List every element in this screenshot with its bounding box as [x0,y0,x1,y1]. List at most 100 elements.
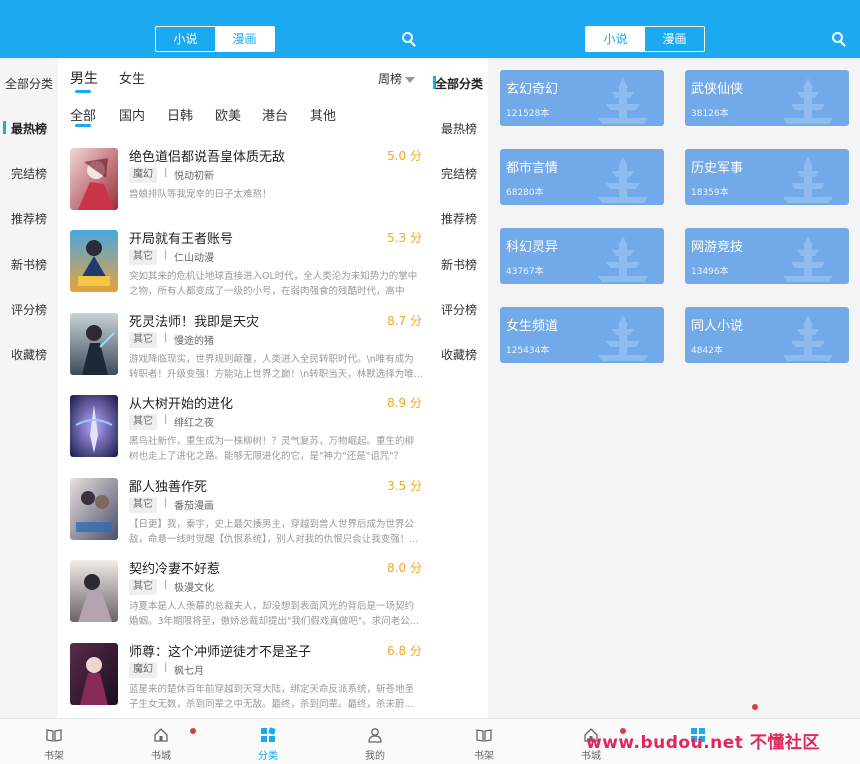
sidebar-item-all[interactable]: 全部分类 [0,75,58,92]
tab-bookshelf[interactable]: 书架 [430,719,538,764]
category-card[interactable]: 玄幻奇幻 121528本 [500,70,664,126]
book-author: 悦动初新 [174,171,214,182]
pagoda-icon [783,236,833,282]
book-author: 枫七月 [174,666,204,677]
notification-dot [752,704,758,710]
sidebar-item-recommend[interactable]: 推荐榜 [430,210,488,227]
category-name: 玄幻奇幻 [506,82,559,97]
category-card[interactable]: 同人小说 4842本 [685,307,849,363]
segment-novel[interactable]: 小说 [156,27,215,51]
novel-category-screen: 小说 漫画 全部分类 最热榜 完结榜 推荐榜 新书榜 评分榜 收藏榜 玄幻奇幻 … [430,0,860,764]
tab-mine[interactable]: 我的 [321,719,429,764]
sidebar-item-hot[interactable]: 最热榜 [0,120,58,137]
region-west[interactable]: 欧美 [215,105,241,124]
sidebar-item-score[interactable]: 评分榜 [0,301,58,318]
search-icon[interactable] [831,31,847,47]
segment-comic[interactable]: 漫画 [645,27,704,51]
category-card[interactable]: 科幻灵异 43767本 [500,228,664,284]
category-name: 武侠仙侠 [691,82,744,97]
book-score: 6.8 分 [387,644,422,658]
category-count: 13496本 [691,267,729,277]
book-item[interactable]: 开局就有王者账号 5.3 分 其它 | 仁山动漫 突如其来的危机让地球直接进入O… [68,228,424,308]
tab-bookshelf[interactable]: 书架 [0,719,108,764]
type-switch: 小说 漫画 [585,26,705,52]
book-score: 8.9 分 [387,396,422,410]
book-cover [70,643,118,705]
book-title: 开局就有王者账号 [129,232,234,247]
book-description: 兽娘排队等我宠幸的日子太难熬！ [129,189,272,200]
sidebar-item-all[interactable]: 全部分类 [430,75,488,92]
category-card[interactable]: 都市言情 68280本 [500,149,664,205]
sidebar-item-score[interactable]: 评分榜 [430,301,488,318]
book-title: 从大树开始的进化 [129,397,234,412]
category-card[interactable]: 网游竞技 13496本 [685,228,849,284]
book-score: 8.7 分 [387,314,422,328]
book-open-icon [46,729,62,742]
book-score: 8.0 分 [387,561,422,575]
tab-category[interactable]: 分类 [214,719,322,764]
book-item[interactable]: 从大树开始的进化 8.9 分 其它 | 绯红之夜 黑鸟社新作，重生成为一株柳树！… [68,393,424,473]
book-item[interactable]: 鄙人独善作死 3.5 分 其它 | 番茄漫画 【日更】我，秦宇，史上最欠揍男主，… [68,476,424,556]
book-genre-tag: 其它 [129,579,157,595]
sidebar-item-new[interactable]: 新书榜 [430,256,488,273]
book-score: 3.5 分 [387,479,422,493]
book-cover [70,560,118,622]
book-genre-tag: 魔幻 [129,662,157,678]
category-card[interactable]: 历史军事 18359本 [685,149,849,205]
top-bar: 小说 漫画 [430,0,860,58]
region-underline [75,124,91,127]
home-icon [154,728,168,742]
sidebar-item-recommend[interactable]: 推荐榜 [0,210,58,227]
rank-sort-dropdown[interactable]: 周榜 [378,70,416,87]
top-bar: 小说 漫画 [0,0,430,58]
grid-icon [261,727,276,742]
book-cover [70,478,118,540]
category-count: 125434本 [506,346,550,356]
watermark: www.budou.net 不懂社区 [586,733,820,753]
sidebar-item-hot[interactable]: 最热榜 [430,120,488,137]
region-hktw[interactable]: 港台 [262,105,288,124]
notification-dot [190,728,196,734]
divider: | [164,579,168,590]
book-cover [70,313,118,375]
category-name: 科幻灵异 [506,240,559,255]
search-icon[interactable] [401,31,417,47]
sidebar-item-new[interactable]: 新书榜 [0,256,58,273]
gender-male[interactable]: 男生 [70,68,98,88]
tab-bookstore[interactable]: 书城 [107,719,215,764]
rank-sort-label: 周榜 [378,72,403,86]
category-count: 18359本 [691,188,729,198]
book-item[interactable]: 师尊：这个冲师逆徒才不是圣子 6.8 分 魔幻 | 枫七月 蓝星来的楚休百年前穿… [68,641,424,721]
book-item[interactable]: 绝色道侣都说吾皇体质无敌 5.0 分 魔幻 | 悦动初新 兽娘排队等我宠幸的日子… [68,146,424,226]
bottom-tab-bar: 书架 书城 分类 我的 [0,718,430,764]
divider: | [164,249,168,260]
region-jpkr[interactable]: 日韩 [167,105,193,124]
divider: | [164,167,168,178]
sidebar-item-finished[interactable]: 完结榜 [0,165,58,182]
book-item[interactable]: 契约冷妻不好惹 8.0 分 其它 | 极漫文化 诗夏本是人人羡慕的总裁夫人，却没… [68,558,424,638]
book-score: 5.0 分 [387,149,422,163]
category-card[interactable]: 武侠仙侠 38126本 [685,70,849,126]
region-other[interactable]: 其他 [310,105,336,124]
category-name: 都市言情 [506,161,559,176]
sidebar-item-collect[interactable]: 收藏榜 [430,346,488,363]
region-domestic[interactable]: 国内 [119,105,145,124]
sidebar-item-collect[interactable]: 收藏榜 [0,346,58,363]
book-open-icon [476,729,492,742]
sidebar-item-finished[interactable]: 完结榜 [430,165,488,182]
type-switch: 小说 漫画 [155,26,275,52]
book-genre-tag: 魔幻 [129,167,157,183]
book-cover [70,148,118,210]
divider: | [164,332,168,343]
category-count: 4842本 [691,346,723,356]
book-title: 鄙人独善作死 [129,480,208,495]
gender-female[interactable]: 女生 [119,68,145,87]
tab-label: 书架 [474,751,494,762]
book-item[interactable]: 死灵法师！我即是天灾 8.7 分 其它 | 慢途的猪 游戏降临现实，世界规则颠覆… [68,311,424,391]
book-genre-tag: 其它 [129,497,157,513]
category-card[interactable]: 女生频道 125434本 [500,307,664,363]
region-all[interactable]: 全部 [70,105,96,124]
segment-novel[interactable]: 小说 [586,27,645,51]
segment-comic[interactable]: 漫画 [215,27,274,51]
category-name: 女生频道 [506,319,559,334]
